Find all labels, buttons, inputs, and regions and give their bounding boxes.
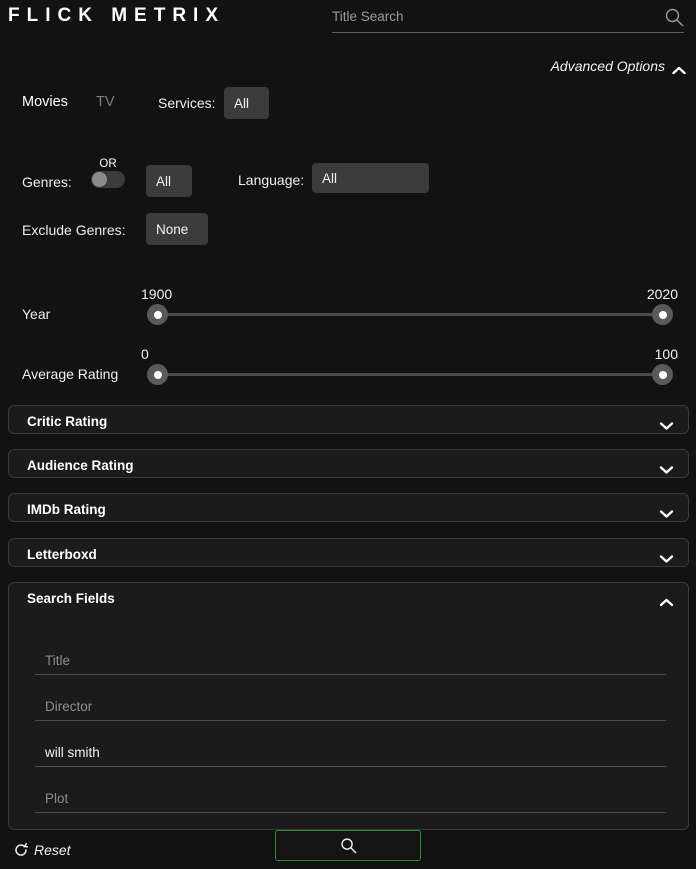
- tab-movies[interactable]: Movies: [22, 94, 68, 110]
- reset-button[interactable]: Reset: [14, 842, 71, 858]
- genres-and-language-row: Genres: OR All Language: All: [0, 158, 696, 204]
- accordion-letterboxd[interactable]: Letterboxd: [8, 538, 689, 567]
- search-field-cast-input[interactable]: [45, 745, 665, 760]
- language-dropdown[interactable]: All: [312, 163, 429, 193]
- accordion-audience-rating-header[interactable]: Audience Rating: [9, 450, 688, 480]
- chevron-down-icon: [659, 417, 674, 430]
- year-slider-track[interactable]: [148, 313, 672, 316]
- accordion-critic-rating[interactable]: Critic Rating: [8, 405, 689, 434]
- genres-or-toggle-wrap: OR: [88, 158, 128, 188]
- year-slider-min-handle[interactable]: [147, 304, 168, 325]
- accordion-critic-rating-header[interactable]: Critic Rating: [9, 406, 688, 436]
- year-slider-row: Year 1900 2020: [0, 286, 696, 334]
- footer-bar: Reset: [0, 830, 696, 869]
- genres-dropdown[interactable]: All: [146, 165, 192, 197]
- average-rating-slider-min-handle[interactable]: [147, 364, 168, 385]
- average-rating-slider-max-value: 100: [654, 346, 678, 362]
- title-search-container: [332, 3, 684, 33]
- genres-dropdown-value: All: [156, 173, 172, 189]
- year-slider-min-value: 1900: [141, 286, 173, 302]
- flick-metrix-app: FLICK METRIX Advanced Options Movies TV …: [0, 0, 696, 869]
- app-header: FLICK METRIX: [0, 0, 696, 40]
- chevron-down-icon: [659, 461, 674, 474]
- search-icon[interactable]: [664, 7, 684, 27]
- accordion-search-fields-header[interactable]: Search Fields: [9, 583, 688, 613]
- average-rating-slider-track[interactable]: [148, 373, 672, 376]
- exclude-genres-dropdown-value: None: [156, 221, 189, 237]
- search-fields-body: [9, 613, 688, 823]
- language-dropdown-value: All: [322, 170, 338, 186]
- accordion-imdb-rating-header[interactable]: IMDb Rating: [9, 494, 688, 524]
- services-label: Services:: [158, 95, 216, 111]
- chevron-down-icon: [659, 550, 674, 563]
- chevron-up-icon: [672, 62, 686, 74]
- search-field-director: [35, 675, 666, 721]
- search-field-cast: [35, 721, 666, 767]
- average-rating-slider-min-value: 0: [141, 346, 149, 362]
- search-field-title-input[interactable]: [45, 653, 665, 668]
- search-field-plot: [35, 767, 666, 813]
- genres-or-and-toggle[interactable]: [91, 171, 125, 188]
- year-slider-max-value: 2020: [646, 286, 678, 302]
- average-rating-slider-label: Average Rating: [22, 366, 119, 382]
- services-dropdown[interactable]: All: [224, 87, 269, 119]
- average-rating-slider-row: Average Rating 0 100: [0, 346, 696, 394]
- exclude-genres-dropdown[interactable]: None: [146, 213, 208, 245]
- accordion-letterboxd-header[interactable]: Letterboxd: [9, 539, 688, 569]
- search-icon: [340, 837, 357, 854]
- accordion-letterboxd-title: Letterboxd: [27, 546, 97, 562]
- average-rating-slider-max-handle[interactable]: [652, 364, 673, 385]
- accordion-imdb-rating[interactable]: IMDb Rating: [8, 493, 689, 522]
- toggle-knob: [92, 172, 107, 187]
- title-search-input[interactable]: [332, 3, 652, 30]
- accordion-imdb-rating-title: IMDb Rating: [27, 501, 106, 517]
- year-slider-max-handle[interactable]: [652, 304, 673, 325]
- app-logo: FLICK METRIX: [8, 5, 225, 26]
- chevron-up-icon: [659, 594, 674, 606]
- exclude-genres-row: Exclude Genres: None: [0, 213, 696, 252]
- exclude-genres-label: Exclude Genres:: [22, 222, 126, 238]
- reset-label: Reset: [34, 842, 71, 858]
- genres-label: Genres:: [22, 174, 72, 190]
- search-field-plot-input[interactable]: [45, 791, 665, 806]
- services-dropdown-value: All: [234, 95, 250, 111]
- language-label: Language:: [238, 172, 305, 188]
- advanced-options-toggle[interactable]: Advanced Options: [551, 58, 686, 74]
- search-field-director-input[interactable]: [45, 699, 665, 714]
- search-field-title: [35, 629, 666, 675]
- type-and-services-row: Movies TV Services: All: [0, 87, 696, 124]
- genres-toggle-label: OR: [99, 158, 117, 170]
- accordion-critic-rating-title: Critic Rating: [27, 413, 108, 429]
- chevron-down-icon: [659, 505, 674, 518]
- accordion-audience-rating[interactable]: Audience Rating: [8, 449, 689, 478]
- accordion-audience-rating-title: Audience Rating: [27, 457, 134, 473]
- tab-tv[interactable]: TV: [96, 94, 115, 110]
- advanced-options-label: Advanced Options: [550, 58, 665, 74]
- accordion-search-fields: Search Fields: [8, 582, 689, 830]
- year-slider-label: Year: [22, 306, 51, 322]
- refresh-icon: [14, 843, 29, 857]
- accordion-search-fields-title: Search Fields: [27, 590, 115, 606]
- search-submit-button[interactable]: [275, 830, 421, 861]
